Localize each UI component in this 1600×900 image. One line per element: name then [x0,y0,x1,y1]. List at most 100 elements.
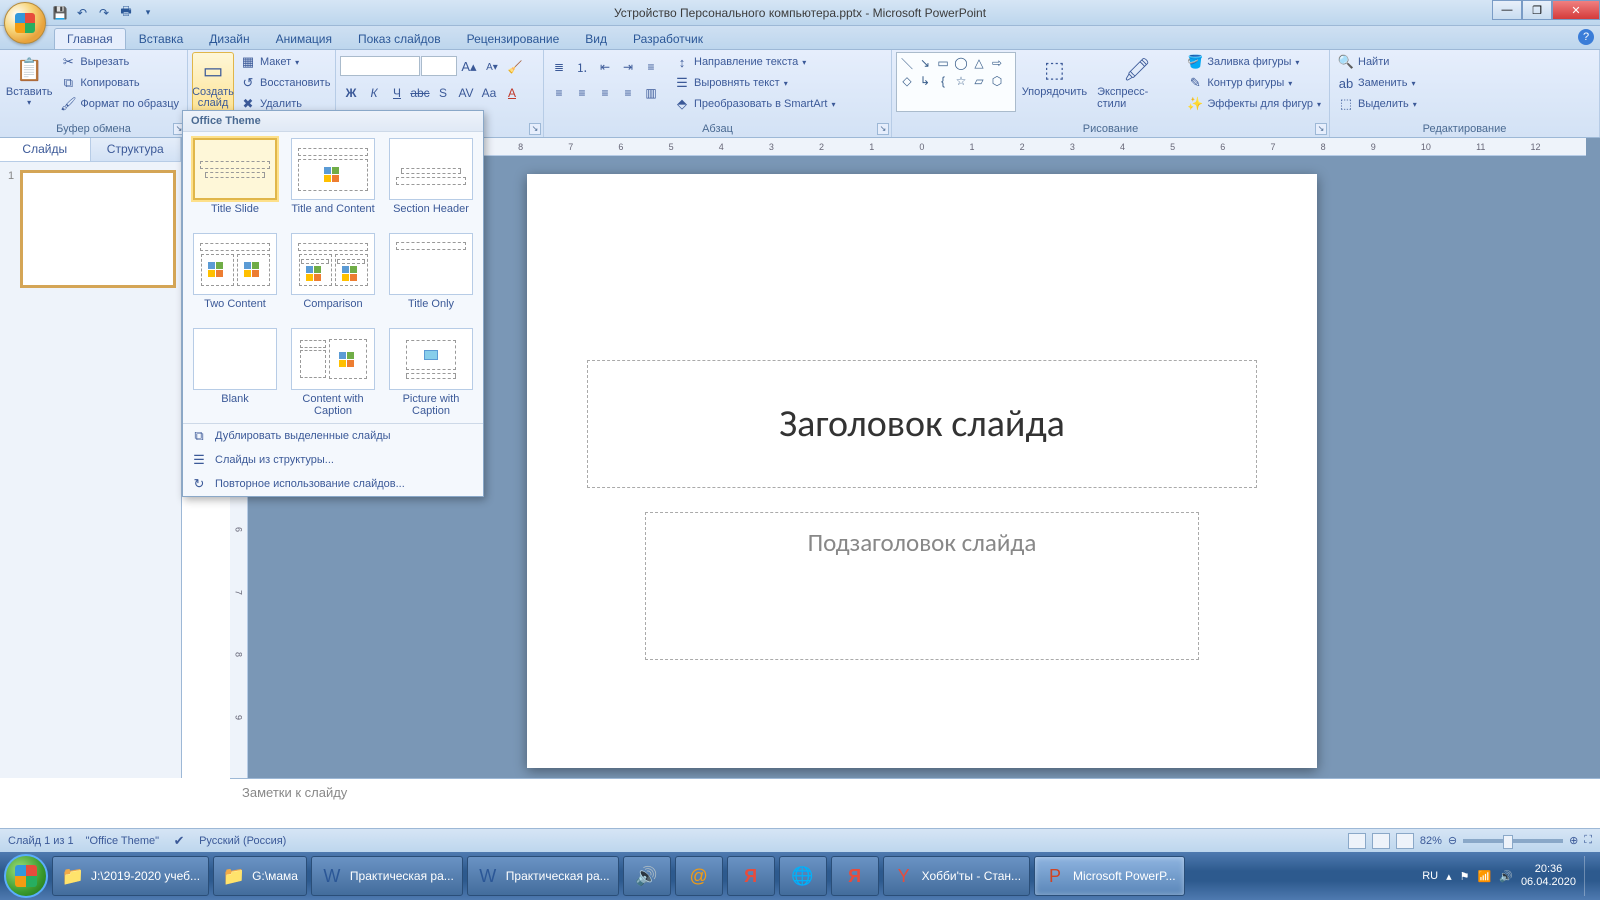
taskbar-item-chrome[interactable]: 🌐 [779,856,827,896]
menu-slides-from-outline[interactable]: ☰Слайды из структуры... [183,448,483,472]
bold-button[interactable]: Ж [340,82,362,104]
layout-button[interactable]: ▦Макет▾ [236,52,334,72]
shape-fill-button[interactable]: 🪣Заливка фигуры▾ [1183,52,1325,72]
redo-icon[interactable]: ↷ [96,5,112,21]
align-center-button[interactable]: ≡ [571,82,593,104]
taskbar-item-folder1[interactable]: 📁J:\2019-2020 учеб... [52,856,209,896]
zoom-in-button[interactable]: ⊕ [1569,834,1578,847]
zoom-out-button[interactable]: ⊖ [1448,834,1457,847]
help-icon[interactable]: ? [1578,29,1594,45]
layout-comparison[interactable]: Comparison [287,233,379,322]
slide-thumbnail-1[interactable]: 1 [0,162,181,296]
zoom-slider[interactable] [1463,839,1563,843]
cut-button[interactable]: ✂Вырезать [56,52,183,72]
fit-button[interactable]: ⛶ [1584,834,1592,847]
arrange-button[interactable]: ⬚ Упорядочить [1018,52,1091,100]
tray-volume-icon[interactable]: 🔊 [1499,870,1513,883]
tab-developer[interactable]: Разработчик [620,28,716,49]
font-family-combo[interactable] [340,56,420,76]
decrease-indent-button[interactable]: ⇤ [594,56,616,78]
taskbar-item-word2[interactable]: WПрактическая ра... [467,856,619,896]
grow-font-button[interactable]: A▴ [458,56,480,78]
subtitle-placeholder[interactable]: Подзаголовок слайда [645,512,1199,660]
paste-button[interactable]: 📋 Вставить ▾ [4,52,54,109]
shrink-font-button[interactable]: A▾ [481,56,503,78]
font-launcher[interactable]: ↘ [529,123,541,135]
tab-slideshow[interactable]: Показ слайдов [345,28,454,49]
qat-more-icon[interactable]: ▾ [140,5,156,21]
tray-chevron-icon[interactable]: ▴ [1446,870,1452,883]
start-button[interactable] [4,854,48,898]
taskbar-item-folder2[interactable]: 📁G:\мама [213,856,307,896]
view-slideshow-button[interactable] [1396,833,1414,849]
taskbar-item-mail[interactable]: @ [675,856,723,896]
align-right-button[interactable]: ≡ [594,82,616,104]
format-painter-button[interactable]: 🖌Формат по образцу [56,94,183,114]
shape-connector-icon[interactable]: ↳ [917,73,933,89]
underline-button[interactable]: Ч [386,82,408,104]
smartart-button[interactable]: ⬘Преобразовать в SmartArt▾ [670,94,839,114]
notes-pane[interactable]: Заметки к слайду [230,778,1600,812]
numbering-button[interactable]: ⒈ [571,56,593,78]
menu-reuse-slides[interactable]: ↻Повторное использование слайдов... [183,472,483,496]
tab-review[interactable]: Рецензирование [454,28,573,49]
tray-network-icon[interactable]: 📶 [1478,870,1492,883]
layout-title-slide[interactable]: Title Slide [189,138,281,227]
layout-content-caption[interactable]: Content with Caption [287,328,379,417]
shape-effects-button[interactable]: ✨Эффекты для фигур▾ [1183,94,1325,114]
font-color-button[interactable]: A [501,82,523,104]
justify-button[interactable]: ≡ [617,82,639,104]
shape-line-icon[interactable]: ＼ [899,55,915,71]
taskbar-item-yandex-red[interactable]: Я [727,856,775,896]
align-left-button[interactable]: ≡ [548,82,570,104]
taskbar-item-sound[interactable]: 🔊 [623,856,671,896]
increase-indent-button[interactable]: ⇥ [617,56,639,78]
tray-flag-icon[interactable]: ⚑ [1460,870,1470,883]
columns-button[interactable]: ▥ [640,82,662,104]
status-language[interactable]: Русский (Россия) [199,835,286,847]
shape-rarrow-icon[interactable]: ⇨ [989,55,1005,71]
office-button[interactable] [4,2,46,44]
strike-button[interactable]: abc [409,82,431,104]
spellcheck-icon[interactable]: ✔ [171,833,187,849]
print-icon[interactable]: 🖶 [118,5,134,21]
shape-arrow-icon[interactable]: ↘ [917,55,933,71]
quick-styles-button[interactable]: 🖍 Экспресс-стили [1093,52,1181,112]
shape-rect-icon[interactable]: ▭ [935,55,951,71]
paragraph-launcher[interactable]: ↘ [877,123,889,135]
maximize-button[interactable]: ❐ [1522,0,1552,20]
copy-button[interactable]: ⧉Копировать [56,73,183,93]
drawing-launcher[interactable]: ↘ [1315,123,1327,135]
layout-picture-caption[interactable]: Picture with Caption [385,328,477,417]
shape-diamond-icon[interactable]: ◇ [899,73,915,89]
slide-canvas[interactable]: Заголовок слайда Подзаголовок слайда [527,174,1317,768]
shape-callout-icon[interactable]: ▱ [971,73,987,89]
panel-tab-slides[interactable]: Слайды [0,138,91,161]
clear-format-button[interactable]: 🧹 [504,56,526,78]
save-icon[interactable]: 💾 [52,5,68,21]
language-indicator[interactable]: RU [1422,870,1438,882]
slide-thumbnail[interactable] [20,170,176,288]
show-desktop-button[interactable] [1584,856,1592,896]
panel-tab-outline[interactable]: Структура [91,138,182,161]
char-spacing-button[interactable]: AV [455,82,477,104]
layout-title-only[interactable]: Title Only [385,233,477,322]
layout-section-header[interactable]: Section Header [385,138,477,227]
tab-animation[interactable]: Анимация [263,28,345,49]
minimize-button[interactable]: — [1492,0,1522,20]
shape-ellipse-icon[interactable]: ◯ [953,55,969,71]
clock[interactable]: 20:36 06.04.2020 [1521,863,1576,889]
title-placeholder[interactable]: Заголовок слайда [587,360,1257,488]
taskbar-item-yandex-yellow[interactable]: Я [831,856,879,896]
shape-brace-icon[interactable]: { [935,73,951,89]
italic-button[interactable]: К [363,82,385,104]
shape-hexagon-icon[interactable]: ⬡ [989,73,1005,89]
undo-icon[interactable]: ↶ [74,5,90,21]
shape-triangle-icon[interactable]: △ [971,55,987,71]
select-button[interactable]: ⬚Выделить▾ [1334,94,1421,114]
menu-duplicate-slides[interactable]: ⧉Дублировать выделенные слайды [183,424,483,448]
align-text-button[interactable]: ☰Выровнять текст▾ [670,73,839,93]
tab-view[interactable]: Вид [572,28,620,49]
tab-home[interactable]: Главная [54,28,126,49]
taskbar-item-word1[interactable]: WПрактическая ра... [311,856,463,896]
